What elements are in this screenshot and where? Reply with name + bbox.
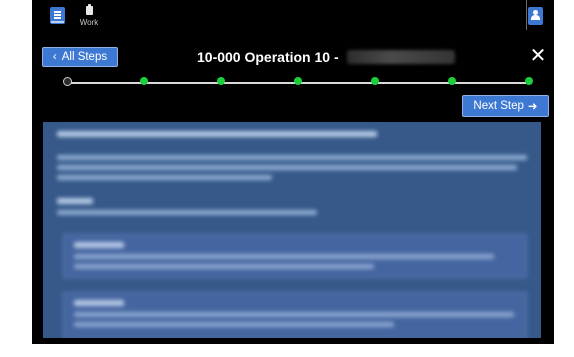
app-frame: Work ‹ All Steps 10-000 Operation 10 - ✕…	[32, 0, 554, 344]
step-dot[interactable]	[525, 77, 533, 85]
step-dot[interactable]	[217, 77, 225, 85]
next-step-label: Next Step	[473, 100, 524, 112]
blurred-content	[43, 122, 541, 338]
work-label: Work	[79, 18, 99, 27]
divider	[526, 0, 527, 30]
all-steps-button[interactable]: ‹ All Steps	[42, 47, 118, 67]
chevron-left-icon: ‹	[52, 51, 57, 63]
step-dot[interactable]	[294, 77, 302, 85]
clipboard-icon	[85, 4, 93, 15]
user-icon[interactable]	[528, 7, 543, 25]
redacted-title-part	[346, 50, 455, 64]
page-title: 10-000 Operation 10 -	[197, 46, 455, 68]
step-dot[interactable]	[371, 77, 379, 85]
next-step-button[interactable]: Next Step ➜	[462, 95, 549, 117]
work-button[interactable]: Work	[78, 4, 100, 32]
close-icon[interactable]: ✕	[529, 46, 547, 66]
arrow-right-icon: ➜	[527, 101, 538, 113]
step-dot[interactable]	[140, 77, 148, 85]
menu-icon[interactable]	[50, 7, 65, 24]
step-dot[interactable]	[448, 77, 456, 85]
all-steps-label: All Steps	[61, 51, 108, 63]
top-bar: Work	[32, 0, 554, 36]
step-content-panel[interactable]	[43, 122, 541, 338]
step-dot-current[interactable]	[63, 77, 72, 86]
operation-title: 10-000 Operation 10 -	[197, 49, 339, 65]
